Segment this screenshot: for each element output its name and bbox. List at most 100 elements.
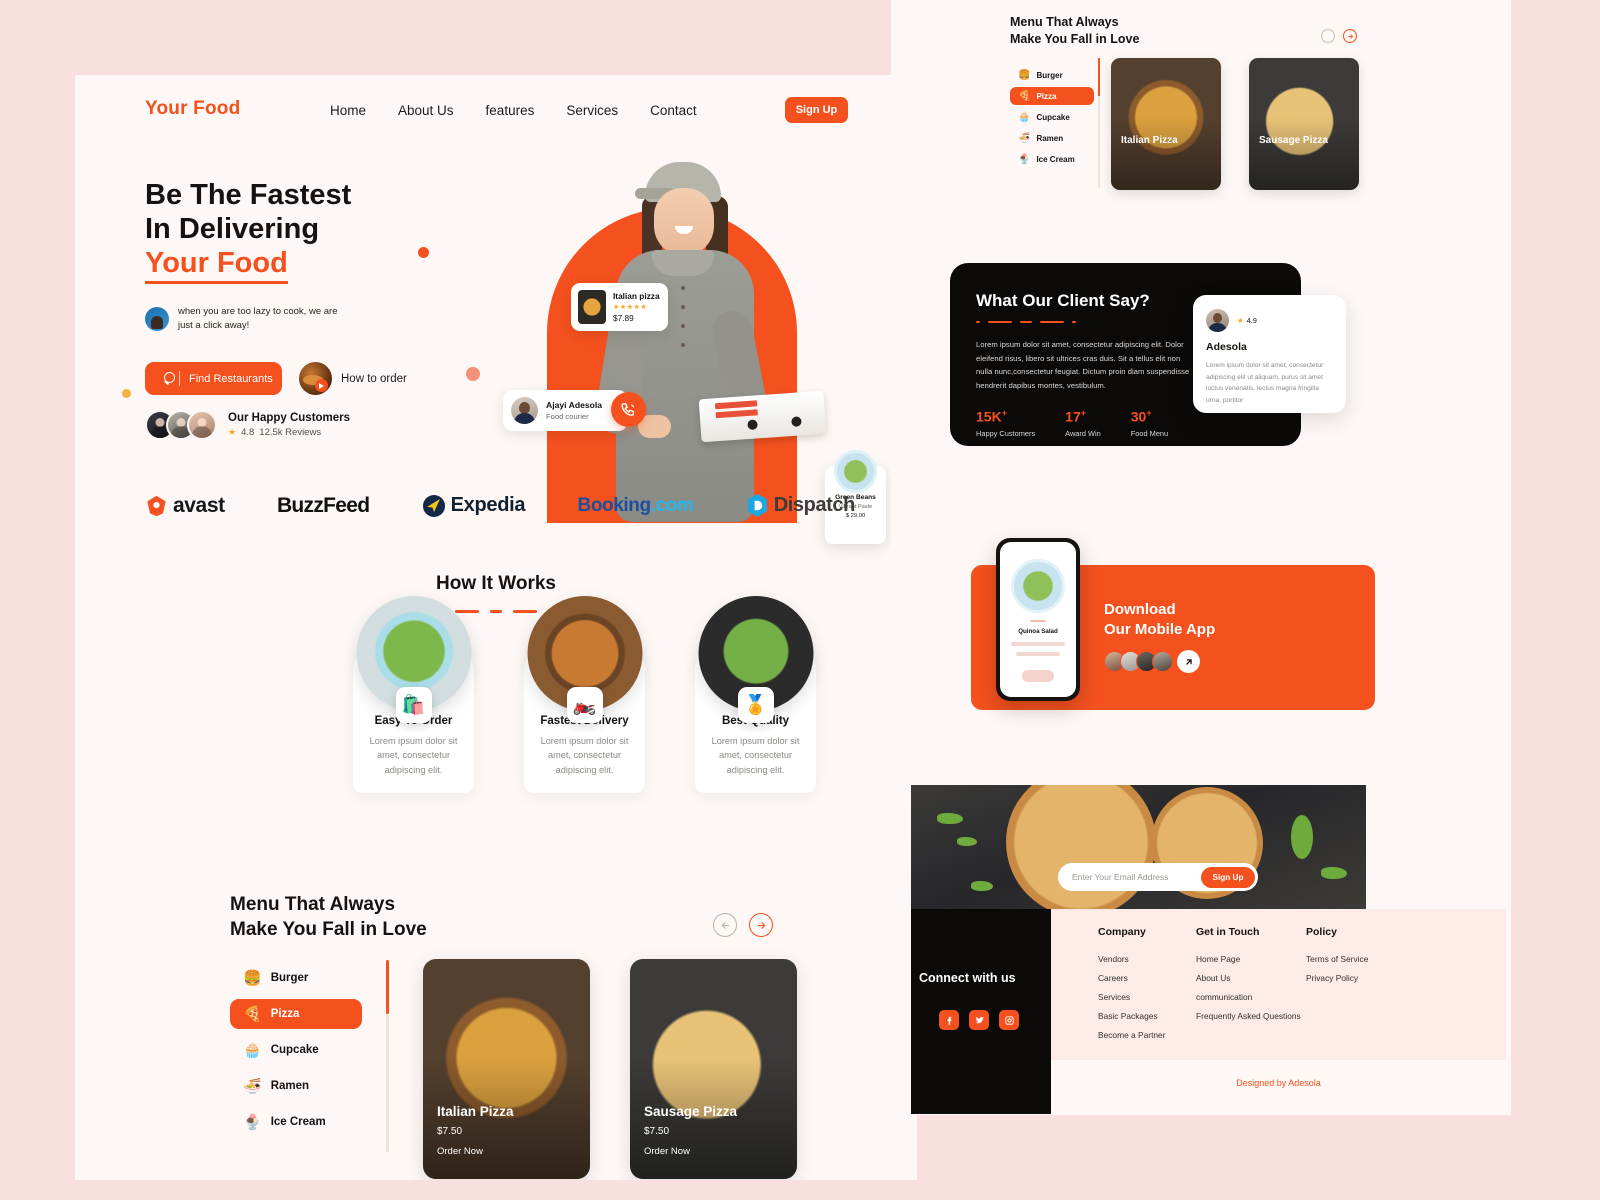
food-card-italian-pizza[interactable]: Italian Pizza $7.50 Order Now xyxy=(423,959,590,1179)
footer-link-careers[interactable]: Careers xyxy=(1098,973,1196,983)
footer-link-become-a-partner[interactable]: Become a Partner xyxy=(1098,1030,1196,1040)
burger-icon: 🍔 xyxy=(243,970,262,987)
nav-item-features[interactable]: features xyxy=(486,103,535,118)
footer-column-heading: Company xyxy=(1098,926,1146,938)
avast-wordmark: avast xyxy=(173,493,225,517)
category-rail-indicator xyxy=(386,960,389,1014)
logo-avast: avast xyxy=(145,494,225,518)
preview-category-item-cupcake[interactable]: 🧁 Cupcake xyxy=(1010,108,1094,126)
pizza-icon: 🍕 xyxy=(1018,90,1031,102)
arrow-left-icon xyxy=(721,921,729,929)
card-price: $7.89 xyxy=(613,313,634,323)
main-landing-panel: Your Food Home About Us features Service… xyxy=(75,75,917,1180)
preview-food-card-sausage-pizza[interactable]: Sausage Pizza xyxy=(1249,58,1359,190)
category-label: Cupcake xyxy=(270,1044,319,1056)
footer-link-about-us[interactable]: About Us xyxy=(1196,973,1306,983)
preview-category-item-ramen[interactable]: 🍜 Ramen xyxy=(1010,129,1094,147)
food-price: $7.50 xyxy=(644,1126,670,1137)
category-item-ice-cream[interactable]: 🍨 Ice Cream xyxy=(230,1107,362,1137)
newsletter-form: Sign Up xyxy=(1058,863,1258,891)
footer-link-services[interactable]: Services xyxy=(1098,992,1196,1002)
footer-column-heading: Policy xyxy=(1306,926,1337,938)
footer-link-vendors[interactable]: Vendors xyxy=(1098,954,1196,964)
footer-link-faq[interactable]: Frequently Asked Questions xyxy=(1196,1011,1306,1021)
hero-title: Be The Fastest In Delivering Your Food xyxy=(145,178,351,285)
motorbike-icon: 🏍️ xyxy=(566,687,603,723)
brand-logo[interactable]: Your Food xyxy=(145,98,240,120)
carousel-next-button[interactable] xyxy=(749,913,773,937)
how-to-order-label: How to order xyxy=(341,372,407,385)
order-now-link[interactable]: Order Now xyxy=(437,1146,514,1157)
nav-item-contact[interactable]: Contact xyxy=(650,103,697,118)
stat-label: Food Menu xyxy=(1130,428,1169,438)
footer-links-panel: Company Vendors Careers Services Basic P… xyxy=(1051,909,1506,1069)
star-icon: ★ xyxy=(1237,316,1244,325)
stat-label: Happy Customers xyxy=(976,428,1036,438)
preview-category-item-pizza[interactable]: 🍕 Pizza xyxy=(1010,87,1094,105)
floating-card-courier: Ajayi Adesola Food courier xyxy=(503,390,628,431)
newsletter-signup-button[interactable]: Sign Up xyxy=(1201,866,1255,888)
category-item-burger[interactable]: 🍔 Burger xyxy=(230,963,362,993)
category-label: Cupcake xyxy=(1036,112,1070,122)
email-input[interactable] xyxy=(1072,872,1192,882)
footer-link-home-page[interactable]: Home Page xyxy=(1196,954,1306,964)
category-label: Ramen xyxy=(270,1080,310,1092)
food-card-sausage-pizza[interactable]: Sausage Pizza $7.50 Order Now xyxy=(630,959,797,1179)
preview-category-item-ice-cream[interactable]: 🍨 Ice Cream xyxy=(1010,150,1094,168)
floating-card-italian-pizza: Italian pizza ★★★★★ $7.89 xyxy=(571,283,668,331)
footer-columns: Company Vendors Careers Services Basic P… xyxy=(1098,926,1426,1049)
carousel-prev-button[interactable] xyxy=(713,913,737,937)
search-icon xyxy=(157,372,175,385)
nav-item-services[interactable]: Services xyxy=(566,103,618,118)
menu-food-cards: Italian Pizza $7.50 Order Now Sausage Pi… xyxy=(423,959,797,1179)
nav-item-home[interactable]: Home xyxy=(330,103,366,118)
preview-category-list: 🍔 Burger 🍕 Pizza 🧁 Cupcake 🍜 Ramen 🍨 Ice… xyxy=(1010,66,1094,171)
stat-plus: + xyxy=(1001,408,1007,419)
ramen-icon: 🍜 xyxy=(1018,132,1031,144)
stat-label: Award Win xyxy=(1065,428,1101,438)
salad-bowl-icon xyxy=(1011,559,1065,613)
play-icon xyxy=(319,383,324,389)
category-item-cupcake[interactable]: 🧁 Cupcake xyxy=(230,1035,362,1065)
carousel-next-button[interactable] xyxy=(1343,29,1357,43)
carousel-prev-button[interactable] xyxy=(1321,29,1335,43)
preview-menu-title-line2: Make You Fall in Love xyxy=(1010,31,1140,46)
category-item-ramen[interactable]: 🍜 Ramen xyxy=(230,1071,362,1101)
rating-value: 4.9 xyxy=(1246,316,1257,325)
footer-link-communication[interactable]: communication xyxy=(1196,992,1306,1002)
category-label: Ramen xyxy=(1036,133,1064,143)
decorative-dot-yellow xyxy=(122,389,131,398)
category-label: Pizza xyxy=(270,1008,300,1020)
instagram-icon[interactable] xyxy=(999,1010,1019,1030)
category-label: Burger xyxy=(1036,70,1063,80)
connect-with-us-title: Connect with us xyxy=(919,971,1016,985)
category-item-pizza[interactable]: 🍕 Pizza xyxy=(230,999,362,1029)
stat-food-menu: 30+ Food Menu xyxy=(1131,408,1168,438)
logo-booking: Booking.com xyxy=(578,495,694,517)
card-body: Lorem ipsum dolor sit amet, consectetur … xyxy=(711,736,800,775)
order-now-link[interactable]: Order Now xyxy=(644,1146,737,1157)
see-more-button[interactable] xyxy=(1177,650,1200,673)
download-app-title: Download Our Mobile App xyxy=(1104,600,1215,639)
phone-item-name: Quinoa Salad xyxy=(1018,628,1058,635)
footer-column-policy: Policy Terms of Service Privacy Policy xyxy=(1306,926,1426,1049)
expedia-wordmark: Expedia xyxy=(450,494,526,516)
footer-link-terms-of-service[interactable]: Terms of Service xyxy=(1306,954,1426,964)
stat-award-win: 17+ Award Win xyxy=(1065,408,1101,438)
twitter-icon[interactable] xyxy=(969,1010,989,1030)
call-courier-button[interactable] xyxy=(611,392,646,427)
preview-category-item-burger[interactable]: 🍔 Burger xyxy=(1010,66,1094,84)
footer-link-privacy-policy[interactable]: Privacy Policy xyxy=(1306,973,1426,983)
nav-item-about-us[interactable]: About Us xyxy=(398,103,454,118)
footer-credit: Designed by Adesola xyxy=(1236,1078,1321,1088)
phone-action-button xyxy=(1022,670,1054,682)
how-it-works-card: 🛍️ Easy To Order Lorem ipsum dolor sit a… xyxy=(353,596,474,793)
facebook-icon[interactable] xyxy=(939,1010,959,1030)
courier-photo xyxy=(592,162,777,522)
footer-link-basic-packages[interactable]: Basic Packages xyxy=(1098,1011,1196,1021)
how-to-order-button[interactable]: How to order xyxy=(299,362,407,395)
expedia-icon xyxy=(422,494,445,517)
card-title: Italian pizza xyxy=(613,291,660,301)
find-restaurants-button[interactable]: Find Restaurants xyxy=(145,362,282,395)
preview-food-card-italian-pizza[interactable]: Italian Pizza xyxy=(1111,58,1221,190)
